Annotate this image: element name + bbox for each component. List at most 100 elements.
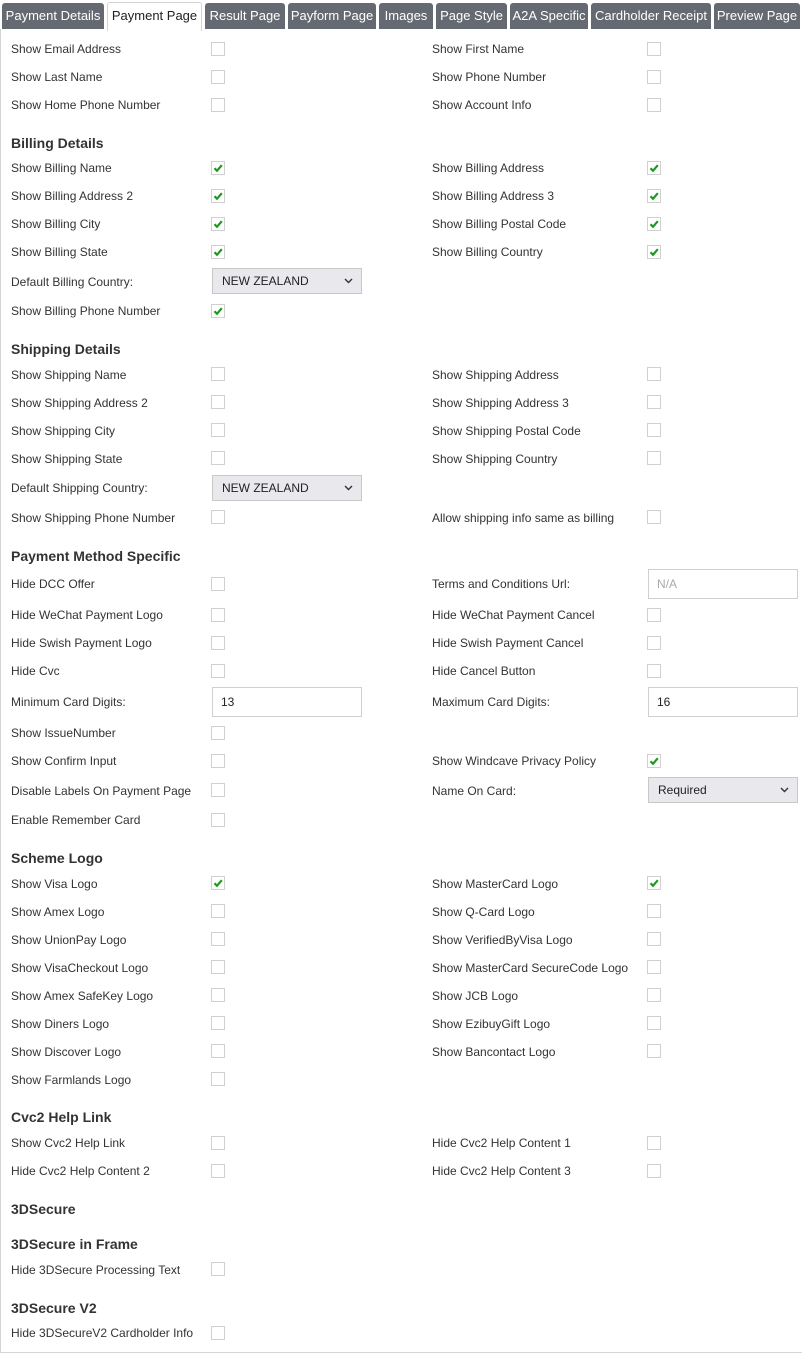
show-visacheckout-logo-checkbox[interactable] — [211, 960, 225, 974]
show-shipping-postal-code-checkbox[interactable] — [647, 423, 661, 437]
tab-preview-page[interactable]: Preview Page — [714, 3, 800, 29]
show-ezibuygift-logo-label: Show EzibuyGift Logo — [432, 1017, 551, 1031]
show-farmlands-logo-label: Show Farmlands Logo — [11, 1073, 132, 1087]
shipping-same-as-billing-checkbox[interactable] — [647, 510, 661, 524]
show-shipping-address-checkbox[interactable] — [647, 367, 661, 381]
show-billing-address-3-label: Show Billing Address 3 — [432, 189, 555, 203]
show-farmlands-logo-checkbox[interactable] — [211, 1072, 225, 1086]
checkmark-icon — [649, 879, 659, 888]
tab-payment-page[interactable]: Payment Page — [107, 2, 202, 31]
show-shipping-state-label: Show Shipping State — [11, 452, 123, 466]
show-shipping-country-checkbox[interactable] — [647, 451, 661, 465]
hide-swish-logo-label: Hide Swish Payment Logo — [11, 636, 152, 650]
tab-page-style[interactable]: Page Style — [436, 3, 507, 29]
show-shipping-state-checkbox[interactable] — [211, 451, 225, 465]
hide-cvc2-content-1-label: Hide Cvc2 Help Content 1 — [432, 1136, 571, 1150]
show-verifiedbyvisa-logo-checkbox[interactable] — [647, 932, 661, 946]
show-billing-phone-checkbox[interactable] — [211, 304, 225, 318]
hide-3ds-processing-text-label: Hide 3DSecure Processing Text — [11, 1263, 181, 1277]
show-email-address-checkbox[interactable] — [211, 42, 225, 56]
tab-result-page[interactable]: Result Page — [205, 3, 285, 29]
hide-swish-logo-checkbox[interactable] — [211, 636, 225, 650]
hide-cvc2-content-3-checkbox[interactable] — [647, 1164, 661, 1178]
show-billing-address-3-checkbox[interactable] — [647, 189, 661, 203]
hide-cvc2-content-1-checkbox[interactable] — [647, 1136, 661, 1150]
hide-swish-cancel-checkbox[interactable] — [647, 636, 661, 650]
show-shipping-city-checkbox[interactable] — [211, 423, 225, 437]
show-confirm-input-checkbox[interactable] — [211, 754, 225, 768]
show-visa-logo-checkbox[interactable] — [211, 876, 225, 890]
checkmark-icon — [649, 220, 659, 229]
show-qcard-logo-checkbox[interactable] — [647, 904, 661, 918]
show-shipping-address-3-checkbox[interactable] — [647, 395, 661, 409]
show-billing-country-checkbox[interactable] — [647, 245, 661, 259]
hide-cancel-button-checkbox[interactable] — [647, 664, 661, 678]
checkmark-icon — [213, 192, 223, 201]
terms-url-input[interactable]: N/A — [648, 569, 798, 599]
tab-payment-details[interactable]: Payment Details — [2, 3, 104, 29]
hide-wechat-cancel-checkbox[interactable] — [647, 608, 661, 622]
show-first-name-checkbox[interactable] — [647, 42, 661, 56]
show-mastercard-logo-checkbox[interactable] — [647, 876, 661, 890]
show-privacy-policy-checkbox[interactable] — [647, 754, 661, 768]
show-account-info-checkbox[interactable] — [647, 98, 661, 112]
show-diners-logo-checkbox[interactable] — [211, 1016, 225, 1030]
hide-cvc-checkbox[interactable] — [211, 664, 225, 678]
tab-bar: Payment Details Payment Page Result Page… — [0, 0, 802, 31]
show-billing-phone-label: Show Billing Phone Number — [11, 304, 161, 318]
show-shipping-address-2-checkbox[interactable] — [211, 395, 225, 409]
show-billing-address-checkbox[interactable] — [647, 161, 661, 175]
show-shipping-name-checkbox[interactable] — [211, 367, 225, 381]
show-qcard-logo-label: Show Q-Card Logo — [432, 905, 535, 919]
show-shipping-phone-checkbox[interactable] — [211, 510, 225, 524]
hide-dcc-offer-label: Hide DCC Offer — [11, 577, 95, 591]
show-unionpay-logo-checkbox[interactable] — [211, 932, 225, 946]
show-shipping-name-label: Show Shipping Name — [11, 368, 127, 382]
show-last-name-checkbox[interactable] — [211, 70, 225, 84]
min-card-digits-input[interactable]: 13 — [212, 687, 362, 717]
show-billing-postal-code-checkbox[interactable] — [647, 217, 661, 231]
show-shipping-address-label: Show Shipping Address — [432, 368, 559, 382]
show-home-phone-checkbox[interactable] — [211, 98, 225, 112]
show-shipping-phone-label: Show Shipping Phone Number — [11, 511, 176, 525]
name-on-card-select[interactable]: Required — [648, 777, 798, 803]
hide-cvc2-content-2-checkbox[interactable] — [211, 1164, 225, 1178]
show-visa-logo-label: Show Visa Logo — [11, 877, 98, 891]
show-billing-state-checkbox[interactable] — [211, 245, 225, 259]
payment-method-heading: Payment Method Specific — [11, 548, 181, 564]
max-card-digits-input[interactable]: 16 — [648, 687, 798, 717]
show-mastercard-logo-label: Show MasterCard Logo — [432, 877, 559, 891]
show-bancontact-logo-label: Show Bancontact Logo — [432, 1045, 556, 1059]
show-shipping-country-label: Show Shipping Country — [432, 452, 558, 466]
hide-3ds-processing-text-checkbox[interactable] — [211, 1262, 225, 1276]
hide-swish-cancel-label: Hide Swish Payment Cancel — [432, 636, 584, 650]
default-shipping-country-select[interactable]: NEW ZEALAND — [212, 475, 362, 501]
show-issue-number-checkbox[interactable] — [211, 726, 225, 740]
enable-remember-card-checkbox[interactable] — [211, 813, 225, 827]
show-shipping-address-2-label: Show Shipping Address 2 — [11, 396, 148, 410]
show-bancontact-logo-checkbox[interactable] — [647, 1044, 661, 1058]
hide-wechat-logo-checkbox[interactable] — [211, 608, 225, 622]
default-billing-country-select[interactable]: NEW ZEALAND — [212, 268, 362, 294]
tab-payform-page[interactable]: Payform Page — [288, 3, 376, 29]
tab-images[interactable]: Images — [379, 3, 433, 29]
show-billing-city-checkbox[interactable] — [211, 217, 225, 231]
hide-dcc-offer-checkbox[interactable] — [211, 577, 225, 591]
show-issue-number-label: Show IssueNumber — [11, 726, 116, 740]
tab-a2a-specific[interactable]: A2A Specific — [510, 3, 588, 29]
show-mc-securecode-logo-checkbox[interactable] — [647, 960, 661, 974]
disable-labels-checkbox[interactable] — [211, 783, 225, 797]
show-discover-logo-checkbox[interactable] — [211, 1044, 225, 1058]
tab-cardholder-receipt[interactable]: Cardholder Receipt — [591, 3, 711, 29]
show-amex-safekey-logo-checkbox[interactable] — [211, 988, 225, 1002]
show-amex-logo-checkbox[interactable] — [211, 904, 225, 918]
show-diners-logo-label: Show Diners Logo — [11, 1017, 110, 1031]
show-billing-name-checkbox[interactable] — [211, 161, 225, 175]
show-billing-address-2-checkbox[interactable] — [211, 189, 225, 203]
show-cvc2-help-link-checkbox[interactable] — [211, 1136, 225, 1150]
show-jcb-logo-checkbox[interactable] — [647, 988, 661, 1002]
show-ezibuygift-logo-checkbox[interactable] — [647, 1016, 661, 1030]
hide-3dsv2-cardholder-info-checkbox[interactable] — [211, 1326, 225, 1340]
show-billing-address-label: Show Billing Address — [432, 161, 545, 175]
show-phone-number-checkbox[interactable] — [647, 70, 661, 84]
